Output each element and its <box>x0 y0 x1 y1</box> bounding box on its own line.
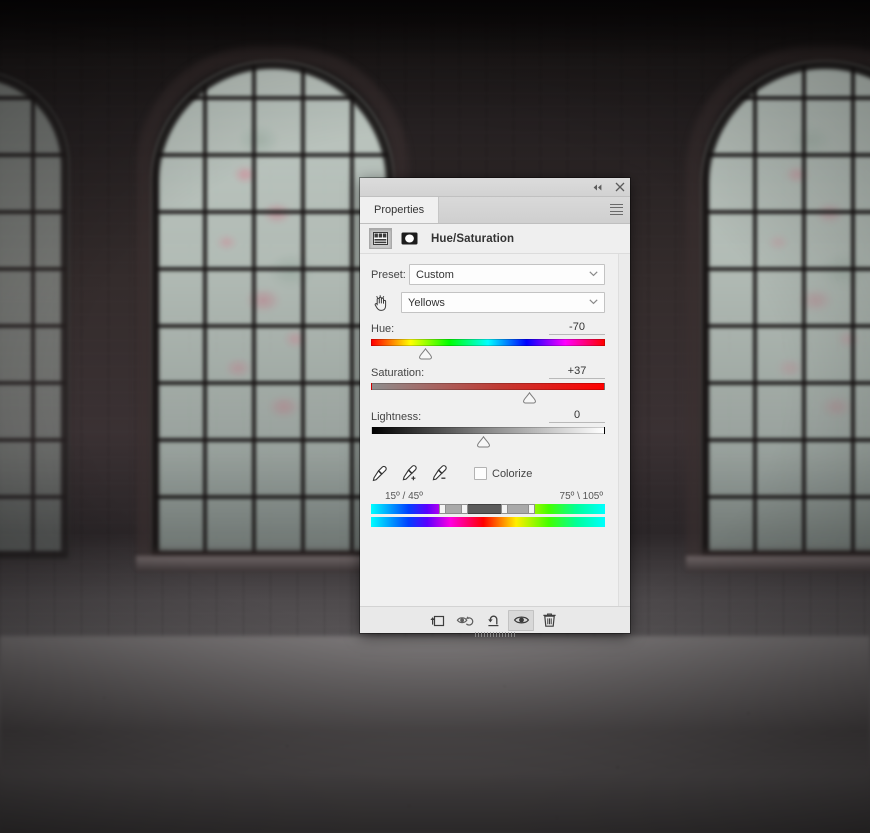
tab-properties-label: Properties <box>374 204 425 216</box>
delete-adjustment-button[interactable] <box>536 610 562 631</box>
range-core-handle-right[interactable] <box>500 504 508 514</box>
arched-window-left-partial <box>0 70 70 560</box>
saturation-slider-track[interactable] <box>371 383 605 404</box>
saturation-value: +37 <box>567 365 587 377</box>
lightness-value-field[interactable]: 0 <box>549 409 605 423</box>
panel-titlebar[interactable] <box>360 178 630 197</box>
range-core-handle-left[interactable] <box>461 504 469 514</box>
lightness-slider-thumb[interactable] <box>476 436 491 448</box>
channel-value: Yellows <box>408 296 445 309</box>
close-panel-button[interactable] <box>613 181 626 194</box>
lightness-slider-track[interactable] <box>371 427 605 448</box>
arched-window-center <box>136 46 409 566</box>
floor-debris <box>0 640 870 833</box>
window-arch-recess <box>686 46 870 566</box>
chevron-down-icon <box>589 267 598 279</box>
channel-dropdown[interactable]: Yellows <box>401 292 605 313</box>
ceiling-shadow <box>0 0 870 60</box>
lightness-label: Lightness: <box>371 411 422 423</box>
range-falloff-handle-left[interactable] <box>438 504 446 514</box>
window-frame <box>0 70 70 560</box>
panel-footer-toolbar <box>360 606 630 633</box>
preset-row: Preset: Custom <box>371 264 619 285</box>
colorize-checkbox[interactable]: Colorize <box>474 467 532 480</box>
panel-body: Preset: Custom Yellows Hue: -70 Saturati… <box>360 254 630 606</box>
hue-value-field[interactable]: -70 <box>549 321 605 335</box>
hue-label: Hue: <box>371 323 395 335</box>
arched-window-right <box>686 46 870 566</box>
range-slider-overlay[interactable] <box>371 504 605 514</box>
range-core-band[interactable] <box>464 504 505 514</box>
channel-row: Yellows <box>371 292 619 313</box>
colorize-label: Colorize <box>492 467 533 480</box>
lightness-value: 0 <box>573 409 581 421</box>
hue-slider-group: Hue: -70 <box>371 320 605 360</box>
adjustment-title: Hue/Saturation <box>431 232 515 245</box>
source-hue-bar <box>371 504 605 514</box>
adjustment-header: Hue/Saturation <box>360 224 630 254</box>
preset-dropdown[interactable]: Custom <box>409 264 605 285</box>
preset-value: Custom <box>416 268 454 281</box>
range-falloff-handle-right[interactable] <box>527 504 535 514</box>
hue-slider-track[interactable] <box>371 339 605 360</box>
hue-value: -70 <box>569 321 585 333</box>
saturation-slider-thumb[interactable] <box>522 392 537 404</box>
hue-slider-thumb[interactable] <box>418 348 433 360</box>
saturation-slider-group: Saturation: +37 <box>371 364 605 404</box>
eyedropper-icon[interactable] <box>371 465 388 482</box>
range-left-degrees: 15º / 45º <box>385 491 423 502</box>
hue-range-control: 15º / 45º 75º \ 105º <box>371 491 605 527</box>
collapse-to-icons-button[interactable] <box>591 181 604 194</box>
toggle-layer-visibility-button[interactable] <box>508 609 534 631</box>
panel-scrollbar[interactable] <box>618 254 630 606</box>
tab-properties[interactable]: Properties <box>360 197 440 223</box>
saturation-label: Saturation: <box>371 367 425 379</box>
panel-menu-icon[interactable] <box>610 204 623 215</box>
range-right-degrees: 75º \ 105º <box>559 491 603 502</box>
lightness-slider-group: Lightness: 0 <box>371 408 605 448</box>
result-hue-bar <box>371 517 605 527</box>
preset-label: Preset: <box>371 268 406 281</box>
window-sill <box>686 556 870 572</box>
properties-panel[interactable]: Properties Hue/Saturation Preset: Custom… <box>360 178 630 637</box>
adjustment-layer-icon[interactable] <box>369 228 392 249</box>
saturation-value-field[interactable]: +37 <box>549 365 605 379</box>
chevron-down-icon <box>589 295 598 307</box>
colorize-checkbox-box[interactable] <box>474 467 487 480</box>
panel-tabstrip[interactable]: Properties <box>360 197 630 224</box>
on-image-adjustment-hand-icon[interactable] <box>371 294 401 312</box>
reset-button[interactable] <box>480 610 506 631</box>
resize-grip-icon[interactable] <box>475 632 515 637</box>
eyedropper-toolbar: Colorize <box>371 465 619 482</box>
view-previous-state-button[interactable] <box>452 610 478 631</box>
eyedropper-plus-icon[interactable] <box>401 465 418 482</box>
clip-to-layer-button[interactable] <box>424 610 450 631</box>
eyedropper-minus-icon[interactable] <box>431 465 448 482</box>
layer-mask-icon[interactable] <box>399 229 420 248</box>
